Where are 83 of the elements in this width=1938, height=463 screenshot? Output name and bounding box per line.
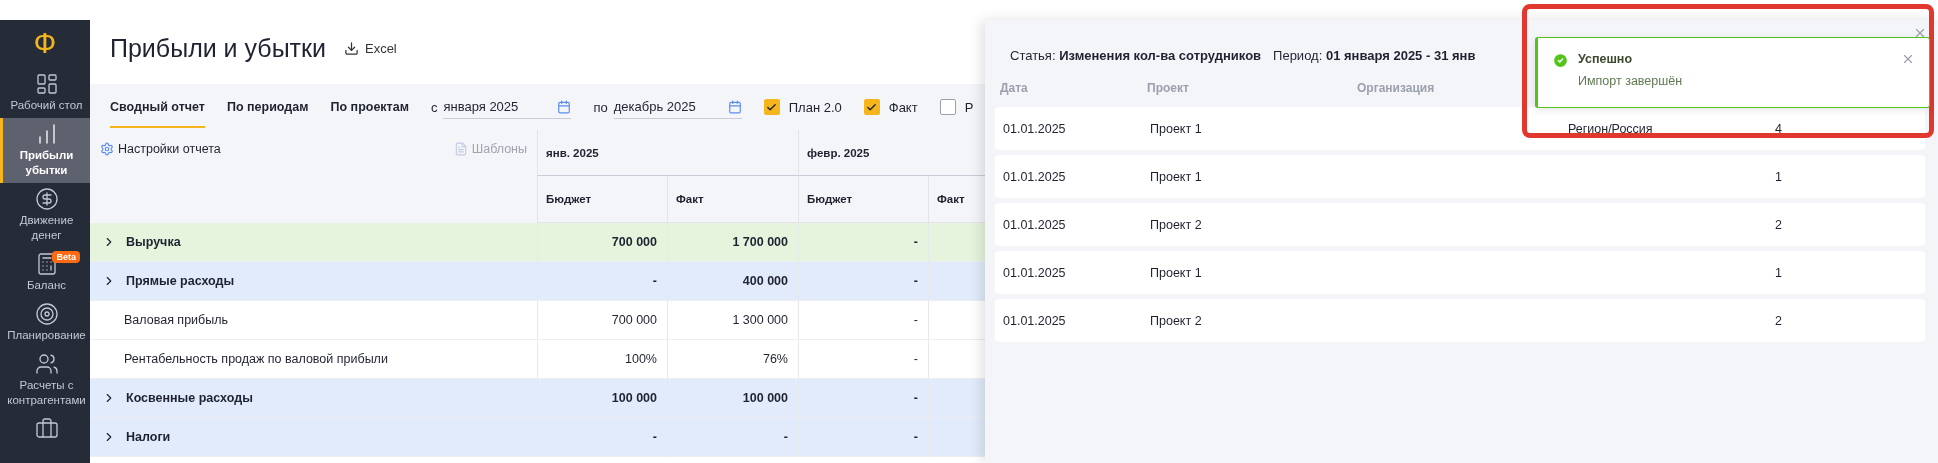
briefcase-icon — [34, 417, 59, 441]
table-cell: - — [667, 418, 798, 457]
success-icon — [1552, 52, 1569, 69]
sidebar-item[interactable]: Расчеты с контрагентами — [0, 348, 90, 413]
checkbox-label: Факт — [888, 99, 918, 115]
column-header: Проект — [1147, 80, 1190, 97]
excel-export-button[interactable]: Excel — [343, 40, 397, 56]
app-logo[interactable]: Ф — [33, 20, 57, 68]
column-header: Бюджет — [798, 176, 928, 223]
report-settings-button[interactable]: Настройки отчета — [100, 142, 221, 156]
checkbox-label: Р — [964, 99, 974, 115]
sidebar-item[interactable]: Движение денег — [0, 183, 90, 248]
count-cell-text: 2 — [1775, 313, 1783, 328]
report-tab[interactable]: Сводный отчет — [110, 86, 205, 128]
sidebar-item[interactable]: Beta Баланс — [0, 248, 90, 298]
table-cell: 100 000 — [667, 379, 798, 418]
table-cell: - — [537, 418, 667, 457]
calendar-icon — [727, 99, 742, 114]
sidebar-item[interactable]: Рабочий стол — [0, 68, 90, 118]
document-icon — [453, 142, 468, 156]
project-cell-text: Проект 1 — [1150, 169, 1203, 184]
date-prefix: с — [430, 99, 438, 115]
table-cell: 1 700 000 — [667, 223, 798, 262]
table-cell: - — [798, 301, 928, 340]
column-header: Факт — [667, 176, 798, 223]
date-cell-text: 01.01.2025 — [1003, 313, 1067, 328]
table-cell: 76% — [667, 340, 798, 379]
project-cell-text: Проект 2 — [1150, 217, 1203, 232]
project-cell-text: Проект 1 — [1150, 265, 1203, 280]
table-cell: 1 300 000 — [667, 301, 798, 340]
count-cell-text: 4 — [1775, 121, 1783, 136]
table-cell: 400 000 — [667, 262, 798, 301]
table-cell: 100% — [537, 340, 667, 379]
date-prefix: по — [593, 99, 608, 115]
count-cell-text: 1 — [1775, 265, 1783, 280]
table-cell: 700 000 — [537, 301, 667, 340]
table-cell: - — [798, 262, 928, 301]
check-icon — [766, 101, 778, 113]
checkbox[interactable] — [863, 99, 880, 115]
row-label[interactable]: Прямые расходы — [90, 262, 537, 301]
table-cell: - — [798, 379, 928, 418]
date-cell-text: 01.01.2025 — [1003, 265, 1067, 280]
dashboard-icon — [34, 72, 59, 96]
row-label[interactable]: Косвенные расходы — [90, 379, 537, 418]
table-cell: - — [798, 418, 928, 457]
sidebar-item[interactable]: Прибыли убытки — [0, 118, 90, 183]
checkbox-label: План 2.0 — [788, 99, 842, 115]
project-cell-text: Проект 2 — [1150, 313, 1203, 328]
column-header: Организация — [1357, 80, 1436, 97]
table-cell: 700 000 — [537, 223, 667, 262]
target-icon — [34, 302, 59, 326]
count-cell-text: 1 — [1775, 169, 1783, 184]
panel-heading: Статья: Изменения кол-ва сотрудников Период: 01 января 2025 - 31 янв — [1010, 48, 1476, 63]
close-button[interactable] — [1901, 52, 1915, 66]
calendar-icon — [557, 99, 572, 114]
region-cell-text: Регион/Россия — [1568, 121, 1654, 136]
table-cell: - — [798, 223, 928, 262]
row-label[interactable]: Выручка — [90, 223, 537, 262]
coin-icon — [34, 187, 59, 211]
report-tab[interactable]: По периодам — [226, 86, 309, 128]
project-cell-text: Проект 1 — [1150, 121, 1203, 136]
check-icon — [866, 101, 878, 113]
month-header: янв. 2025 — [537, 130, 798, 176]
people-icon — [34, 352, 59, 376]
date-field[interactable]: января 2025 — [443, 95, 572, 119]
column-header: Бюджет — [537, 176, 667, 223]
count-cell-text: 2 — [1775, 217, 1783, 232]
column-header: Дата — [1000, 80, 1029, 97]
table-cell: - — [798, 340, 928, 379]
table-cell: 100 000 — [537, 379, 667, 418]
row-label[interactable]: Налоги — [90, 418, 537, 457]
toast-message: Импорт завершён — [1578, 74, 1684, 88]
date-field[interactable]: декабрь 2025 — [613, 95, 742, 119]
settings-icon — [100, 142, 114, 156]
download-icon — [343, 40, 359, 56]
checkbox[interactable] — [763, 99, 780, 115]
report-tab[interactable]: По проектам — [330, 86, 409, 128]
beta-badge: Beta — [52, 251, 80, 263]
toast-title: Успешно — [1578, 52, 1634, 66]
sidebar-item[interactable]: Планирование — [0, 298, 90, 348]
table-cell: - — [537, 262, 667, 301]
checkbox[interactable] — [939, 99, 956, 115]
page-title: Прибыли и убытки — [110, 33, 326, 63]
